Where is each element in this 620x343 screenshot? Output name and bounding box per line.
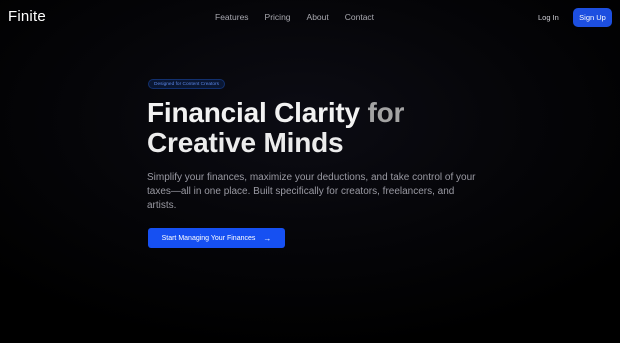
nav-link-pricing[interactable]: Pricing [265,12,291,22]
signup-button[interactable]: Sign Up [573,8,612,27]
nav-links: Features Pricing About Contact [215,12,390,22]
cta-label: Start Managing Your Finances [161,234,256,242]
brand-logo[interactable]: Finite [8,8,46,25]
hero-subtitle: Simplify your finances, maximize your de… [147,172,476,211]
arrow-right-icon: → [263,233,272,243]
navbar: Finite Features Pricing About Contact Lo… [0,0,620,34]
login-link[interactable]: Log In [538,13,559,22]
nav-link-features[interactable]: Features [215,12,249,22]
hero-title-part1: Financial Clarity [147,97,360,128]
hero-badge: Designed for Content Creators [148,79,226,89]
nav-link-about[interactable]: About [307,12,329,22]
hero-title-part2: for [359,97,405,128]
hero-title: Financial Clarity for Creative Minds [147,98,487,158]
cta-button[interactable]: Start Managing Your Finances → [148,228,285,248]
nav-link-contact[interactable]: Contact [345,12,374,22]
hero-title-line2: Creative Minds [147,127,344,158]
